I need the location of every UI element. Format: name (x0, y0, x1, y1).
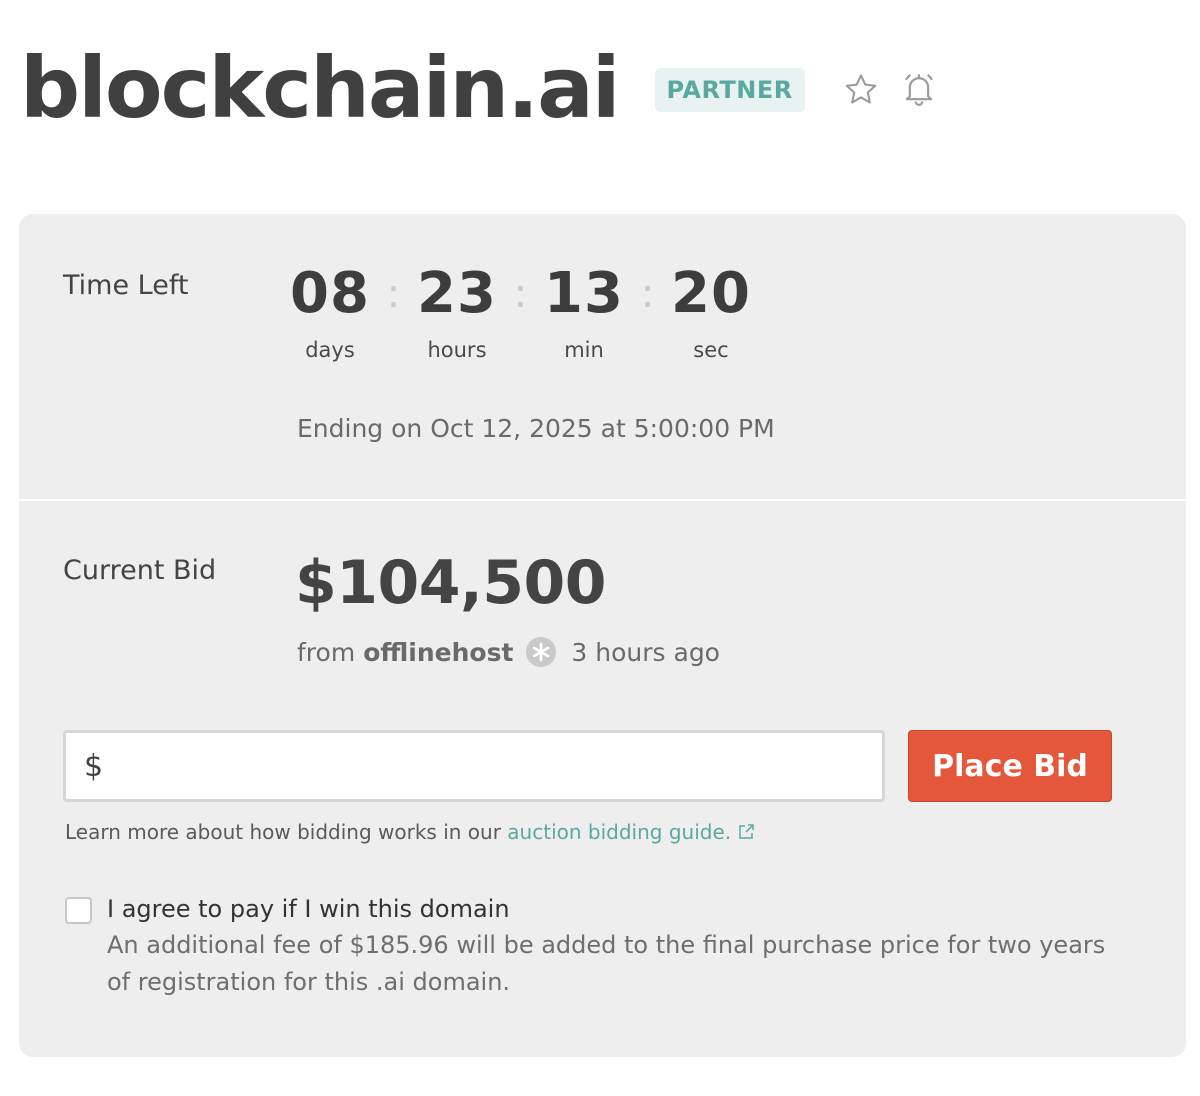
bid-source: from offlinehost 3 hours ago (297, 636, 720, 668)
countdown-sec: 20 sec (670, 261, 752, 363)
countdown-days: 08 days (289, 261, 371, 363)
bidder-name[interactable]: offlinehost (363, 638, 513, 667)
auction-panel: Time Left 08 days : 23 hours : 13 min : … (19, 214, 1186, 1057)
time-left-label: Time Left (63, 270, 189, 301)
partner-badge: PARTNER (654, 68, 805, 112)
countdown-hours: 23 hours (416, 261, 498, 363)
countdown-days-value: 08 (290, 261, 370, 326)
page-header: blockchain.ai PARTNER (20, 38, 939, 138)
from-label: from (297, 637, 356, 667)
agree-text: I agree to pay if I win this domain An a… (107, 895, 1107, 1001)
countdown-sec-value: 20 (671, 261, 751, 326)
external-link-icon (739, 824, 754, 839)
agree-checkbox[interactable] (65, 897, 92, 924)
countdown-days-label: days (305, 338, 355, 362)
bid-amount-field[interactable]: $ (63, 730, 885, 802)
bid-time: 3 hours ago (571, 637, 720, 667)
fee-note: An additional fee of $185.96 will be add… (107, 931, 1106, 996)
section-divider (19, 499, 1186, 501)
currency-symbol: $ (84, 748, 104, 784)
domain-title: blockchain.ai (20, 39, 621, 137)
countdown-min-label: min (564, 338, 604, 362)
bid-amount-input[interactable] (111, 736, 872, 796)
countdown-separator: : (513, 271, 528, 317)
agree-label[interactable]: I agree to pay if I win this domain (107, 895, 1107, 923)
guide-link-text: auction bidding guide. (507, 820, 732, 844)
bidding-guide-note: Learn more about how bidding works in ou… (65, 820, 755, 844)
current-bid-label: Current Bid (63, 555, 217, 586)
countdown-separator: : (386, 271, 401, 317)
bidder-badge-icon (526, 637, 557, 667)
alert-button[interactable] (899, 69, 939, 109)
countdown-min: 13 min (543, 261, 625, 363)
place-bid-button[interactable]: Place Bid (908, 730, 1112, 802)
star-icon (845, 74, 877, 104)
favorite-button[interactable] (841, 70, 881, 110)
countdown-hours-value: 23 (417, 261, 497, 326)
countdown-timer: 08 days : 23 hours : 13 min : 20 sec (289, 261, 752, 363)
countdown-min-value: 13 (544, 261, 624, 326)
guide-prefix: Learn more about how bidding works in ou… (65, 820, 501, 844)
current-bid-amount: $104,500 (295, 548, 607, 618)
bidding-guide-link[interactable]: auction bidding guide. (507, 820, 755, 844)
countdown-separator: : (640, 271, 655, 317)
countdown-hours-label: hours (427, 338, 487, 362)
countdown-sec-label: sec (693, 338, 729, 362)
bell-icon (904, 73, 933, 106)
auction-end-time: Ending on Oct 12, 2025 at 5:00:00 PM (297, 414, 775, 443)
agree-to-pay-row: I agree to pay if I win this domain An a… (65, 895, 1107, 1001)
